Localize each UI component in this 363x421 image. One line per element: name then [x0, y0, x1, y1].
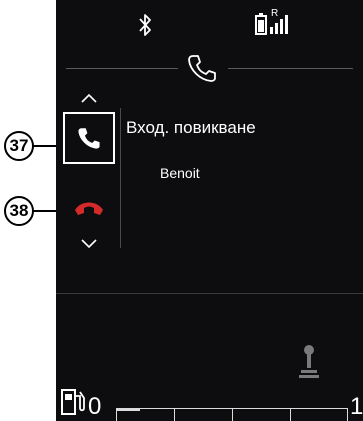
fuel-gauge-end: 1	[350, 393, 363, 420]
lower-divider	[56, 293, 363, 294]
callout-reject-number: 38	[4, 196, 34, 226]
gauge-tick	[290, 409, 291, 421]
chevron-up-icon[interactable]	[80, 92, 98, 104]
call-panel-separator	[120, 108, 121, 248]
bluetooth-icon	[139, 14, 151, 36]
roaming-label: R	[271, 8, 279, 19]
reject-call-icon	[75, 202, 103, 215]
call-status-title: Вход. повикване	[126, 118, 256, 137]
gear-shift-indicator-icon	[299, 345, 319, 378]
gauge-tick	[174, 409, 175, 421]
phone-handset-icon	[188, 55, 216, 82]
answer-call-button[interactable]	[63, 112, 115, 164]
chevron-down-icon[interactable]	[80, 238, 98, 250]
gauge-tick	[347, 409, 348, 421]
reject-call-button[interactable]	[63, 184, 115, 236]
multimedia-screen: R Вход. повикване Benoit 0 1	[56, 0, 363, 421]
gauge-tick	[232, 409, 233, 421]
answer-call-icon	[78, 128, 100, 149]
fuel-gauge-track	[116, 408, 348, 421]
callout-answer-number: 37	[4, 131, 34, 161]
fuel-pump-icon	[61, 389, 85, 415]
header-divider-left	[66, 68, 178, 69]
fuel-gauge-start: 0	[88, 393, 102, 420]
header-divider-right	[228, 68, 353, 69]
fuel-level-marker	[116, 409, 140, 411]
caller-name: Benoit	[160, 165, 200, 181]
